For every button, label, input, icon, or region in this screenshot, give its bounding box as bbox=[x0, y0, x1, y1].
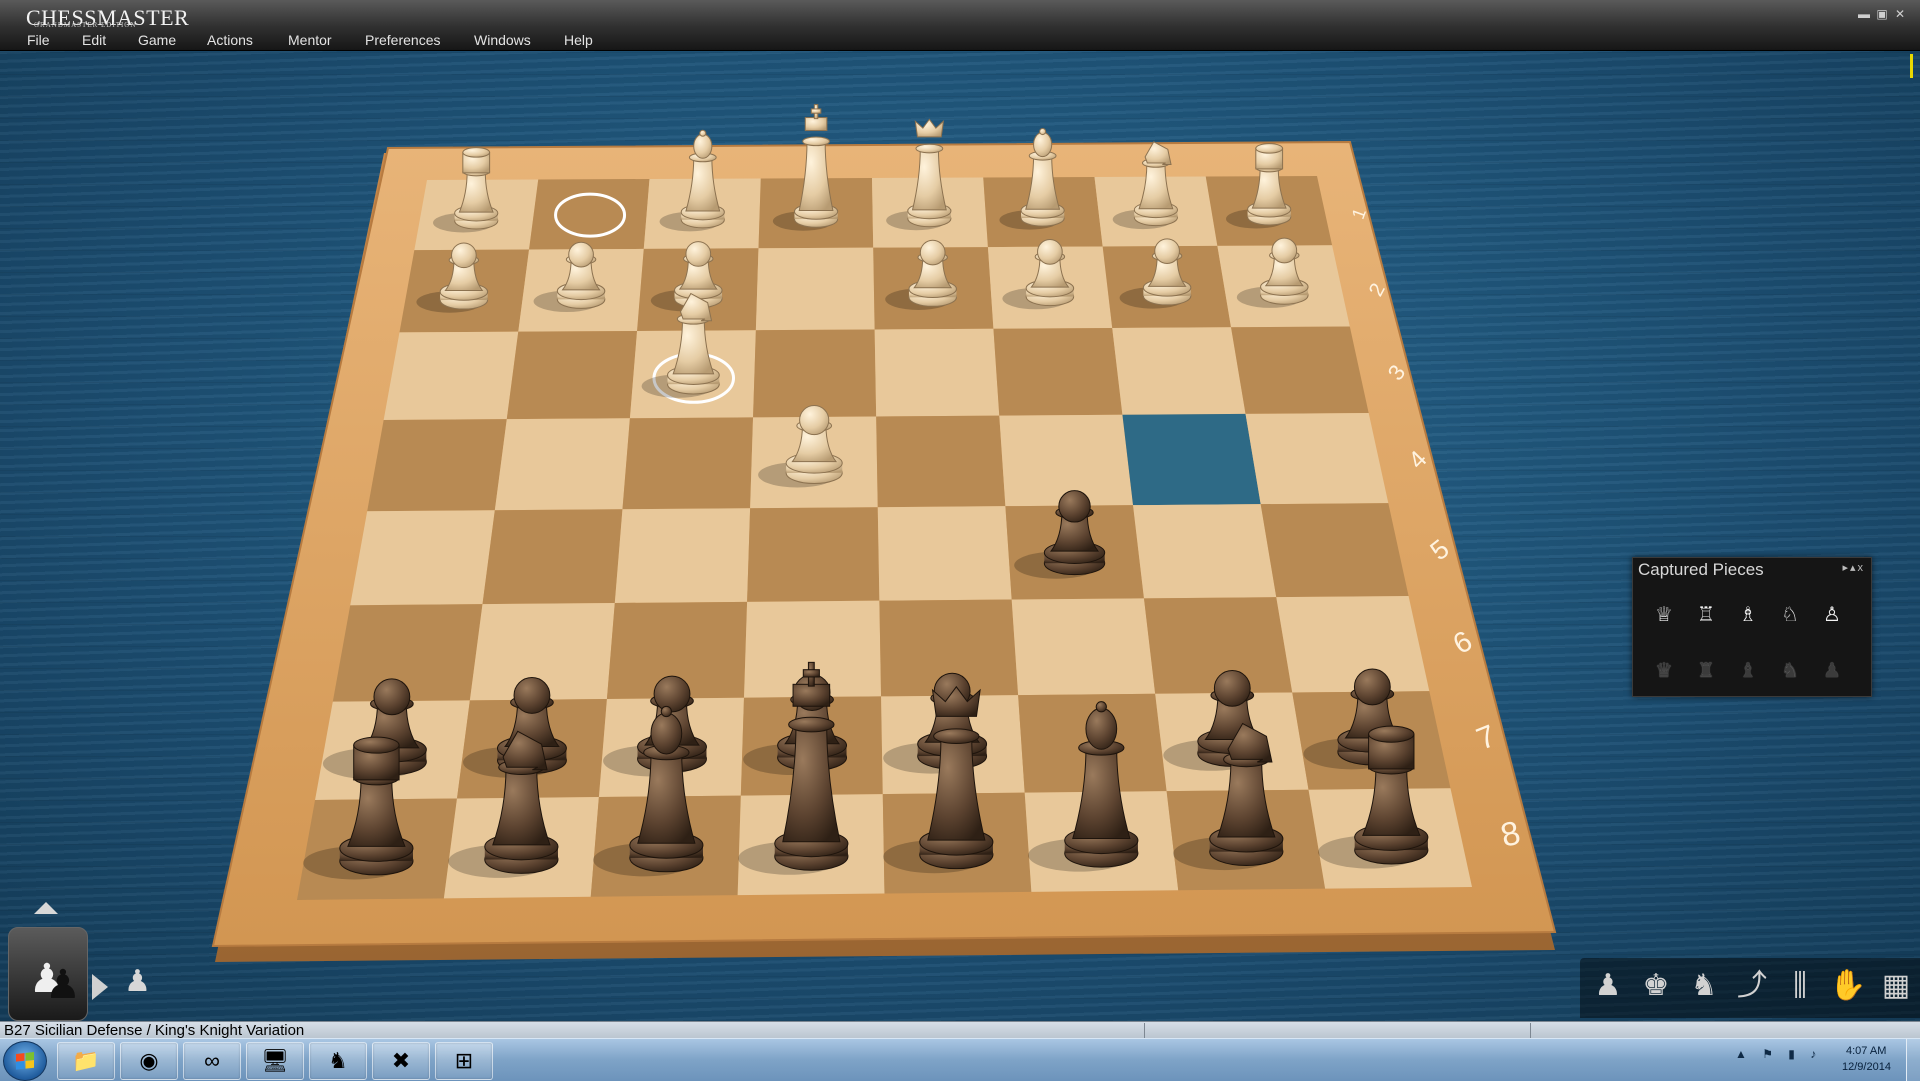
captured-panel-controls[interactable]: ▸▴x bbox=[1842, 561, 1865, 574]
system-tray[interactable]: ▲ ⚑ ▮ ♪ bbox=[1735, 1047, 1822, 1061]
play-icon[interactable] bbox=[92, 974, 108, 1000]
board-square-f4[interactable] bbox=[622, 417, 754, 510]
captured-white-rook-icon: ♖ bbox=[1697, 604, 1715, 626]
captured-black-rook-icon: ♜ bbox=[1697, 660, 1715, 682]
menu-help[interactable]: Help bbox=[564, 32, 593, 48]
board-square-h4[interactable] bbox=[367, 419, 507, 512]
board-square-c4[interactable] bbox=[999, 414, 1134, 507]
board-square-d5[interactable] bbox=[877, 506, 1012, 601]
expand-panel-arrow-icon[interactable] bbox=[34, 902, 58, 914]
board-square-c6[interactable] bbox=[1011, 598, 1156, 696]
captured-black-knight-icon: ♞ bbox=[1781, 660, 1799, 682]
file-explorer-icon[interactable]: 📁 bbox=[57, 1042, 115, 1080]
captured-black-queen-icon: ♛ bbox=[1655, 660, 1673, 682]
windows-logo-icon bbox=[16, 1052, 34, 1070]
status-divider bbox=[1144, 1023, 1145, 1038]
menu-preferences[interactable]: Preferences bbox=[365, 32, 440, 48]
board-square-a4[interactable] bbox=[1245, 413, 1389, 505]
board-square-b5[interactable] bbox=[1133, 504, 1277, 599]
show-desktop-button[interactable] bbox=[1906, 1039, 1920, 1081]
board-square-b4[interactable] bbox=[1122, 413, 1261, 506]
captured-black-pawn-icon: ♟ bbox=[1823, 660, 1841, 682]
game-toolbar: ♟ ♚ ♞ ⤴ ⫼ ✋ ▦ bbox=[1580, 958, 1920, 1018]
start-button[interactable] bbox=[3, 1041, 47, 1081]
close-icon[interactable]: ✕ bbox=[1894, 8, 1906, 20]
opening-name: B27 Sicilian Defense / King's Knight Var… bbox=[4, 1022, 305, 1039]
knight-move-icon[interactable]: ⤴ bbox=[1732, 966, 1772, 1006]
maximize-icon[interactable]: ▣ bbox=[1876, 8, 1888, 20]
chess-board[interactable]: 12345678HG bbox=[0, 51, 1920, 1021]
chessmaster-icon[interactable]: ♞ bbox=[309, 1042, 367, 1080]
pawn-icon[interactable]: ♟ bbox=[124, 964, 151, 999]
menu-windows[interactable]: Windows bbox=[474, 32, 531, 48]
board-square-h5[interactable] bbox=[350, 510, 495, 606]
captured-white-knight-icon: ♘ bbox=[1781, 604, 1799, 626]
pieces-icon[interactable]: ♚ bbox=[1636, 966, 1676, 1006]
board-square-a5[interactable] bbox=[1260, 503, 1409, 598]
board-square-g5[interactable] bbox=[482, 509, 623, 605]
board-square-e5[interactable] bbox=[747, 507, 880, 602]
board-square-d3[interactable] bbox=[874, 328, 1000, 417]
board-square-g1[interactable] bbox=[529, 179, 650, 250]
board-square-g3[interactable] bbox=[506, 330, 638, 420]
captured-pieces-title: Captured Pieces bbox=[1638, 560, 1764, 579]
captured-pieces-panel[interactable]: Captured Pieces ▸▴x ♕ ♖ ♗ ♘ ♙ ♛ ♜ ♝ ♞ ♟ bbox=[1632, 557, 1872, 697]
black-pawn-icon: ♟ bbox=[45, 963, 81, 1007]
x-app-icon[interactable]: ✖ bbox=[372, 1042, 430, 1080]
menu-game[interactable]: Game bbox=[138, 32, 176, 48]
captured-icon[interactable]: ♞ bbox=[1684, 966, 1724, 1006]
menu-actions[interactable]: Actions bbox=[207, 32, 253, 48]
clock-time[interactable]: 4:07 AM bbox=[1846, 1045, 1886, 1057]
board-icon[interactable]: ▦ bbox=[1876, 966, 1916, 1006]
captured-black-bishop-icon: ♝ bbox=[1739, 660, 1757, 682]
board-square-c3[interactable] bbox=[993, 327, 1123, 416]
menu-mentor[interactable]: Mentor bbox=[288, 32, 332, 48]
minimize-icon[interactable]: ▬ bbox=[1858, 8, 1870, 20]
chrome-icon[interactable]: ◉ bbox=[120, 1042, 178, 1080]
menu-bar: File Edit Game Actions Mentor Preference… bbox=[0, 28, 1920, 51]
hand-icon[interactable]: ✋ bbox=[1828, 966, 1868, 1006]
control-panel-icon[interactable]: ⊞ bbox=[435, 1042, 493, 1080]
menu-file[interactable]: File bbox=[27, 32, 50, 48]
board-square-f5[interactable] bbox=[614, 508, 751, 603]
board-square-e2[interactable] bbox=[755, 247, 875, 331]
mentor-button[interactable]: ♟ ♟ bbox=[8, 927, 88, 1021]
infinity-app-icon[interactable]: ∞ bbox=[183, 1042, 241, 1080]
board-square-b3[interactable] bbox=[1112, 327, 1246, 415]
board-square-e3[interactable] bbox=[753, 329, 877, 418]
moves-icon[interactable]: ⫼ bbox=[1780, 966, 1820, 1006]
board-square-h6[interactable] bbox=[332, 604, 483, 702]
board-square-g4[interactable] bbox=[494, 418, 630, 511]
menu-edit[interactable]: Edit bbox=[82, 32, 106, 48]
status-divider bbox=[1530, 1023, 1531, 1038]
board-square-d4[interactable] bbox=[876, 415, 1006, 508]
board-square-a3[interactable] bbox=[1231, 326, 1369, 414]
computer-app-icon[interactable]: 🖥 bbox=[246, 1042, 304, 1080]
clock-date[interactable]: 12/9/2014 bbox=[1842, 1061, 1891, 1073]
board-square-a6[interactable] bbox=[1276, 596, 1430, 693]
taskbar: 📁 ◉ ∞ 🖥 ♞ ✖ ⊞ ▲ ⚑ ▮ ♪ 4:07 AM 12/9/2014 bbox=[0, 1038, 1920, 1081]
status-bar: B27 Sicilian Defense / King's Knight Var… bbox=[0, 1021, 1920, 1039]
title-bar: CHESSMASTER GRANDMASTER EDITION ▬ ▣ ✕ bbox=[0, 0, 1920, 30]
board-square-h3[interactable] bbox=[383, 331, 519, 421]
captured-white-bishop-icon: ♗ bbox=[1739, 604, 1757, 626]
captured-white-pawn-icon: ♙ bbox=[1823, 604, 1841, 626]
pawn-icon[interactable]: ♟ bbox=[1588, 966, 1628, 1006]
status-indicator bbox=[1910, 54, 1913, 78]
captured-white-queen-icon: ♕ bbox=[1655, 604, 1673, 626]
